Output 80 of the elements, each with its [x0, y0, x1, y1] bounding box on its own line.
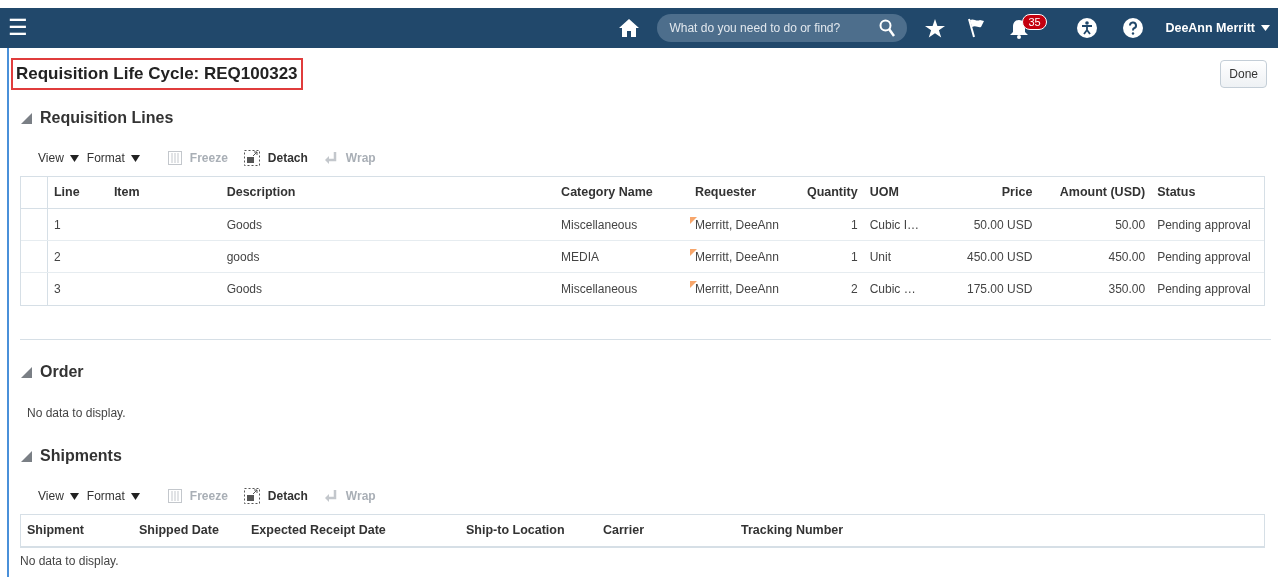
columns-icon	[167, 489, 182, 503]
menu-button[interactable]: ☰	[8, 17, 28, 39]
column-header[interactable]: Line	[53, 183, 80, 202]
table-cell-text: Merritt, DeeAnn	[694, 216, 779, 234]
menu-button[interactable]: Format	[86, 149, 140, 167]
column-header[interactable]: Shipped Date	[139, 521, 219, 540]
caret-icon	[130, 492, 140, 500]
table-cell-text: 2	[850, 281, 858, 298]
collapse-triangle-icon[interactable]	[21, 366, 32, 378]
caret-icon	[69, 492, 79, 500]
table-cell-text: Goods	[226, 216, 263, 234]
column-header[interactable]: Category Name	[561, 183, 653, 202]
bell-icon[interactable]	[1009, 19, 1030, 39]
table-cell-text: Pending approval	[1157, 281, 1251, 298]
column-header[interactable]: Ship-to Location	[466, 521, 565, 540]
caret-icon	[130, 154, 140, 162]
table-cell-text: 450.00	[1108, 248, 1146, 266]
table-cell-text: Pending approval	[1157, 248, 1251, 266]
table-cell-text: Cubic I…	[869, 216, 919, 234]
caret-icon	[1261, 25, 1270, 31]
table-cell-text: Goods	[226, 281, 263, 298]
search-field[interactable]: What do you need to do or find?	[657, 14, 908, 42]
column-header[interactable]: Item	[113, 183, 140, 202]
star-icon[interactable]	[925, 18, 946, 38]
columns-icon	[167, 151, 182, 165]
wrap-arrow-icon	[323, 489, 338, 503]
table-cell-text: 350.00	[1108, 281, 1146, 298]
menu-button[interactable]: View	[38, 149, 79, 167]
section-heading: Requisition Lines	[40, 108, 174, 128]
column-header[interactable]: Status	[1157, 183, 1196, 202]
notification-badge: 35	[1022, 14, 1047, 30]
menu-button[interactable]: View	[38, 487, 79, 505]
table-cell-text: 2	[53, 248, 61, 266]
column-header[interactable]: Expected Receipt Date	[251, 521, 386, 540]
search-icon[interactable]	[879, 19, 896, 37]
column-header[interactable]: Quantity	[806, 183, 858, 202]
table-cell-text: 50.00	[1115, 216, 1146, 234]
empty-message: No data to display.	[27, 406, 126, 420]
section-heading: Shipments	[40, 446, 122, 466]
table-cell-text: 1	[850, 216, 858, 234]
wrap-arrow-icon	[323, 151, 338, 165]
column-header[interactable]: Amount (USD)	[1059, 183, 1146, 202]
menu-button[interactable]: Format	[86, 487, 140, 505]
table-cell-text: 1	[53, 216, 61, 234]
table-cell-text: Merritt, DeeAnn	[694, 281, 779, 298]
table-cell-text: Miscellaneous	[561, 281, 638, 298]
column-header[interactable]: Carrier	[603, 521, 644, 540]
empty-message: No data to display.	[20, 554, 119, 568]
table-cell-text: MEDIA	[561, 248, 600, 266]
table-cell-text: 3	[53, 281, 61, 298]
table-cell-text: Cubic …	[869, 281, 916, 298]
page-title: Requisition Life Cycle: REQ100323	[11, 58, 303, 90]
detach-icon	[243, 150, 260, 166]
table-cell-text: 175.00 USD	[967, 281, 1033, 298]
help-icon[interactable]	[1123, 18, 1144, 38]
table-cell-text: Pending approval	[1157, 216, 1251, 234]
table-cell-text: Unit	[869, 248, 891, 266]
column-header[interactable]: Tracking Number	[741, 521, 844, 540]
done-button[interactable]: Done	[1220, 60, 1267, 88]
column-header[interactable]: Price	[1001, 183, 1033, 202]
collapse-triangle-icon[interactable]	[21, 450, 32, 462]
home-icon[interactable]	[619, 19, 640, 37]
accessibility-icon[interactable]	[1077, 18, 1098, 38]
table-cell-text: goods	[226, 248, 260, 266]
section-heading: Order	[40, 362, 84, 382]
column-header[interactable]: Requester	[694, 183, 757, 202]
table-cell-text: 1	[850, 248, 858, 266]
column-header[interactable]: UOM	[869, 183, 899, 202]
table-cell-text: Miscellaneous	[561, 216, 638, 234]
column-header[interactable]: Description	[226, 183, 296, 202]
table-cell-text: Merritt, DeeAnn	[694, 248, 779, 266]
toolbar-button[interactable]: Detach	[243, 149, 308, 167]
table-cell-text: 50.00 USD	[973, 216, 1033, 234]
toolbar-button[interactable]: Detach	[243, 487, 308, 505]
table-cell-text: 450.00 USD	[967, 248, 1033, 266]
caret-icon	[69, 154, 79, 162]
collapse-triangle-icon[interactable]	[21, 112, 32, 124]
detach-icon	[243, 488, 260, 504]
column-header[interactable]: Shipment	[27, 521, 84, 540]
user-menu[interactable]: DeeAnn Merritt	[1165, 18, 1270, 38]
